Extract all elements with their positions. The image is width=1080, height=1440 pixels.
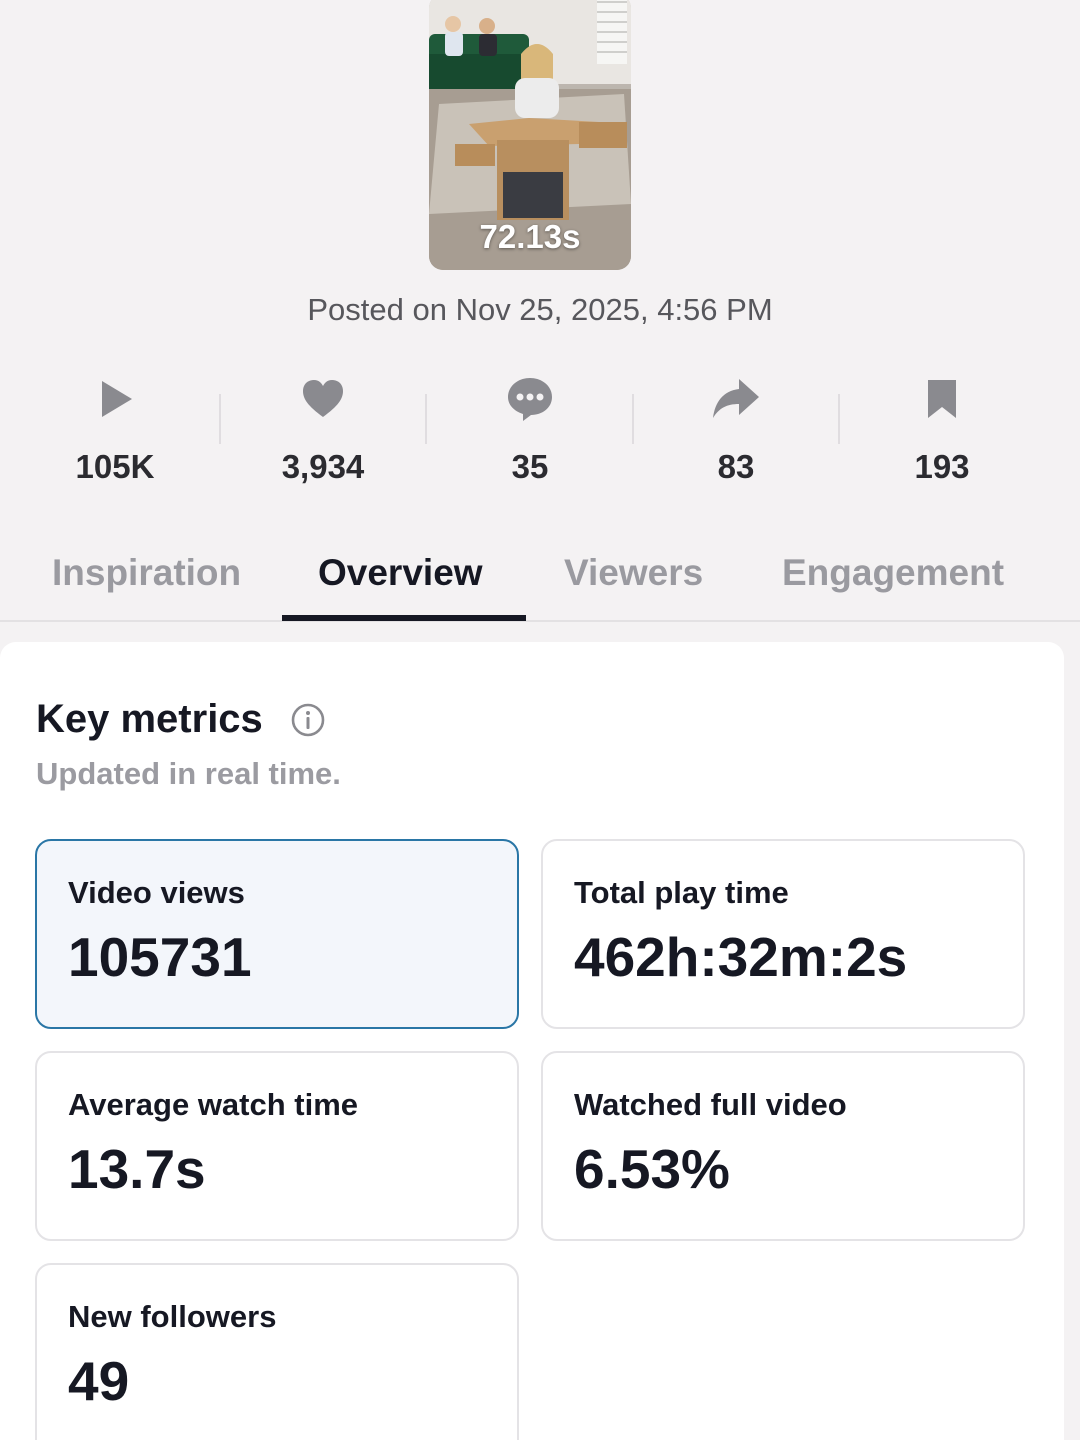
metric-label: Watched full video (574, 1087, 847, 1122)
metric-watched-full-video[interactable]: Watched full video 6.53% (541, 1051, 1025, 1241)
tab-inspiration[interactable]: Inspiration (52, 552, 241, 594)
stat-views: 105K (12, 370, 218, 490)
video-analytics-page: 72.13s Posted on Nov 25, 2025, 4:56 PM 1… (0, 0, 1080, 1440)
metric-value: 6.53% (574, 1138, 730, 1200)
metric-value: 13.7s (68, 1138, 206, 1200)
stat-shares-value: 83 (717, 448, 755, 485)
stat-comments: 35 (427, 370, 633, 490)
stat-saves-value: 193 (914, 448, 970, 485)
video-duration: 72.13s (479, 218, 581, 255)
section-title: Key metrics (36, 697, 263, 741)
bookmark-icon (928, 380, 956, 418)
metric-value: 462h:32m:2s (574, 926, 908, 988)
active-tab-indicator (282, 615, 526, 621)
metric-label: New followers (68, 1299, 277, 1334)
metric-label: Total play time (574, 875, 789, 910)
stat-likes-value: 3,934 (281, 448, 365, 485)
posted-date: Posted on Nov 25, 2025, 4:56 PM (307, 292, 773, 327)
play-icon (102, 381, 132, 417)
analytics-tabs: Inspiration Overview Viewers Engagement (0, 540, 1080, 622)
metric-average-watch-time[interactable]: Average watch time 13.7s (35, 1051, 519, 1241)
metric-value: 105731 (68, 926, 252, 988)
metric-video-views[interactable]: Video views 105731 (35, 839, 519, 1029)
engagement-stats-row: 105K 3,934 35 83 193 (0, 370, 1080, 490)
metric-total-play-time[interactable]: Total play time 462h:32m:2s (541, 839, 1025, 1029)
stat-views-value: 105K (75, 448, 155, 485)
metric-label: Video views (68, 875, 245, 910)
key-metrics-card: Key metrics Updated in real time. Video … (0, 642, 1064, 1440)
info-icon[interactable] (290, 702, 326, 738)
stat-likes: 3,934 (220, 370, 426, 490)
heart-icon (303, 380, 343, 417)
section-subtitle: Updated in real time. (36, 756, 341, 791)
video-thumbnail[interactable]: 72.13s (429, 0, 631, 270)
tab-overview[interactable]: Overview (318, 552, 483, 594)
tab-engagement[interactable]: Engagement (782, 552, 1004, 594)
tab-viewers[interactable]: Viewers (564, 552, 703, 594)
metric-new-followers[interactable]: New followers 49 (35, 1263, 519, 1440)
share-icon (713, 379, 759, 418)
comment-icon (508, 378, 552, 421)
metric-label: Average watch time (68, 1087, 359, 1122)
stat-comments-value: 35 (511, 448, 549, 485)
stat-saves: 193 (839, 370, 1045, 490)
metric-value: 49 (68, 1350, 130, 1412)
stat-shares: 83 (633, 370, 839, 490)
